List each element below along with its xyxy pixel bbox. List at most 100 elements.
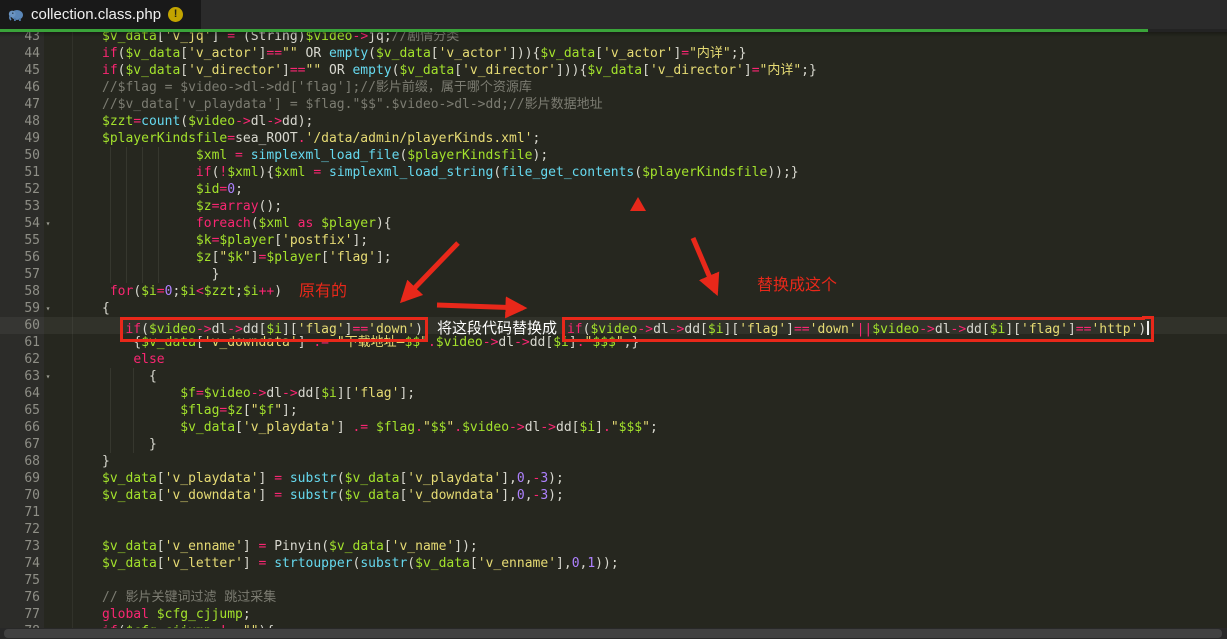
code-token: $flag bbox=[180, 403, 219, 418]
code-token: $cfg_cjjump bbox=[149, 607, 243, 622]
code-line[interactable]: 65 $flag=$z["$f"]; bbox=[0, 402, 1227, 419]
code-line-text: $playerKindsfile=sea_ROOT.'/data/admin/p… bbox=[56, 130, 540, 147]
code-token: 0 bbox=[517, 471, 525, 486]
code-line[interactable]: 60 if($video->dl->dd[$i]['flag']=='down'… bbox=[0, 317, 1227, 334]
code-token: [ bbox=[642, 63, 650, 78]
code-token: " bbox=[611, 420, 619, 435]
code-token: -> bbox=[282, 386, 298, 401]
code-token: ] bbox=[595, 420, 603, 435]
code-token: $i bbox=[321, 386, 337, 401]
code-line[interactable]: 77global $cfg_cjjump; bbox=[0, 606, 1227, 623]
instruction-note: 将这段代码替换成 bbox=[437, 320, 557, 337]
code-line[interactable]: 62 else bbox=[0, 351, 1227, 368]
code-token: [ bbox=[157, 556, 165, 571]
code-token: [ bbox=[157, 488, 165, 503]
scrollbar-thumb[interactable] bbox=[4, 629, 1222, 638]
code-token: foreach bbox=[196, 216, 251, 231]
code-token: 'v_playdata' bbox=[407, 471, 501, 486]
code-line[interactable]: 70$v_data['v_downdata'] = substr($v_data… bbox=[0, 487, 1227, 504]
code-line-text: foreach($xml as $player){ bbox=[56, 215, 392, 232]
code-line[interactable]: 71 bbox=[0, 504, 1227, 521]
code-line[interactable]: 64 $f=$video->dl->dd[$i]['flag']; bbox=[0, 385, 1227, 402]
fold-marker-icon[interactable]: ▾ bbox=[40, 215, 56, 232]
warning-badge-icon[interactable]: ! bbox=[168, 7, 183, 22]
tab-collection-class-php[interactable]: collection.class.php ! bbox=[0, 0, 201, 29]
code-token: dd bbox=[243, 322, 259, 337]
code-line[interactable]: 53 $z=array(); bbox=[0, 198, 1227, 215]
code-token: ; bbox=[650, 420, 658, 435]
code-token: -> bbox=[919, 322, 935, 337]
code-token: $i bbox=[580, 420, 596, 435]
php-file-icon bbox=[8, 8, 24, 22]
code-line[interactable]: 46//$flag = $video->dl->dd['flag'];//影片前… bbox=[0, 79, 1227, 96]
line-number: 71 bbox=[0, 504, 40, 521]
code-line[interactable]: 58 for($i=0;$i<$zzt;$i++) bbox=[0, 283, 1227, 300]
code-line[interactable]: 74$v_data['v_letter'] = strtoupper(subst… bbox=[0, 555, 1227, 572]
code-line[interactable]: 56 $z["$k"]=$player['flag']; bbox=[0, 249, 1227, 266]
fold-marker-icon[interactable]: ▾ bbox=[40, 368, 56, 385]
code-token: $v_data bbox=[376, 46, 431, 61]
code-token: 'v_letter' bbox=[165, 556, 243, 571]
line-number: 75 bbox=[0, 572, 40, 589]
code-token: . bbox=[428, 335, 436, 350]
code-line[interactable]: 76// 影片关键词过滤 跳过采集 bbox=[0, 589, 1227, 606]
code-token: dd bbox=[966, 322, 982, 337]
code-line[interactable]: 57 } bbox=[0, 266, 1227, 283]
code-token: } bbox=[102, 454, 110, 469]
line-number: 61 bbox=[0, 334, 40, 351]
code-token: ; bbox=[243, 607, 251, 622]
code-line[interactable]: 48$zzt=count($video->dl->dd); bbox=[0, 113, 1227, 130]
code-token: = bbox=[752, 63, 760, 78]
code-line-text bbox=[56, 521, 102, 538]
code-line[interactable]: 55 $k=$player['postfix']; bbox=[0, 232, 1227, 249]
code-token: ( bbox=[634, 165, 642, 180]
code-token: ] bbox=[569, 335, 577, 350]
code-token: $i bbox=[990, 322, 1006, 337]
fold-marker-icon bbox=[40, 130, 56, 147]
code-token: ] bbox=[251, 250, 259, 265]
code-token: -> bbox=[235, 114, 251, 129]
code-line[interactable]: 72 bbox=[0, 521, 1227, 538]
fold-marker-icon[interactable]: ▾ bbox=[40, 300, 56, 317]
code-token: ));} bbox=[767, 165, 798, 180]
code-token: )); bbox=[595, 556, 618, 571]
code-token: ] bbox=[1068, 322, 1076, 337]
code-token: $xml bbox=[227, 165, 258, 180]
fold-marker-icon bbox=[40, 606, 56, 623]
code-token: ){ bbox=[376, 216, 392, 231]
code-token: //$v_data['v_playdata'] = $flag."$$".$vi… bbox=[102, 97, 603, 112]
horizontal-scrollbar[interactable] bbox=[0, 628, 1227, 639]
code-token: dl bbox=[498, 335, 514, 350]
code-line[interactable]: 49$playerKindsfile=sea_ROOT.'/data/admin… bbox=[0, 130, 1227, 147]
code-token: 0 bbox=[572, 556, 580, 571]
line-number: 58 bbox=[0, 283, 40, 300]
code-token: 0 bbox=[517, 488, 525, 503]
code-token: $video bbox=[872, 322, 919, 337]
code-line[interactable]: 67 } bbox=[0, 436, 1227, 453]
fold-marker-icon bbox=[40, 572, 56, 589]
code-token: [ bbox=[235, 420, 243, 435]
code-token: ) bbox=[274, 284, 282, 299]
code-line[interactable]: 50 $xml = simplexml_load_file($playerKin… bbox=[0, 147, 1227, 164]
code-line[interactable]: 45if($v_data['v_director']=="" OR empty(… bbox=[0, 62, 1227, 79]
code-line[interactable]: 69$v_data['v_playdata'] = substr($v_data… bbox=[0, 470, 1227, 487]
code-line[interactable]: 44if($v_data['v_actor']=="" OR empty($v_… bbox=[0, 45, 1227, 62]
code-line[interactable]: 51 if(!$xml){$xml = simplexml_load_strin… bbox=[0, 164, 1227, 181]
code-line[interactable]: 68} bbox=[0, 453, 1227, 470]
code-line[interactable]: 73$v_data['v_enname'] = Pinyin($v_data['… bbox=[0, 538, 1227, 555]
fold-marker-icon bbox=[40, 385, 56, 402]
code-line[interactable]: 63▾ { bbox=[0, 368, 1227, 385]
code-line[interactable]: 59▾{ bbox=[0, 300, 1227, 317]
code-line[interactable]: 66 $v_data['v_playdata'] .= $flag."$$".$… bbox=[0, 419, 1227, 436]
code-line[interactable]: 52 $id=0; bbox=[0, 181, 1227, 198]
code-line[interactable]: 54▾ foreach($xml as $player){ bbox=[0, 215, 1227, 232]
code-token: ); bbox=[533, 148, 549, 163]
code-area[interactable]: 43$v_data['v_jq'] = (String)$video->jq;/… bbox=[0, 28, 1227, 639]
line-number: 65 bbox=[0, 402, 40, 419]
code-line[interactable]: 75 bbox=[0, 572, 1227, 589]
code-line[interactable]: 47//$v_data['v_playdata'] = $flag."$$".$… bbox=[0, 96, 1227, 113]
code-token: == bbox=[794, 322, 810, 337]
code-token: OR bbox=[298, 46, 329, 61]
code-token: 'flag' bbox=[298, 322, 345, 337]
code-token: dl bbox=[653, 322, 669, 337]
